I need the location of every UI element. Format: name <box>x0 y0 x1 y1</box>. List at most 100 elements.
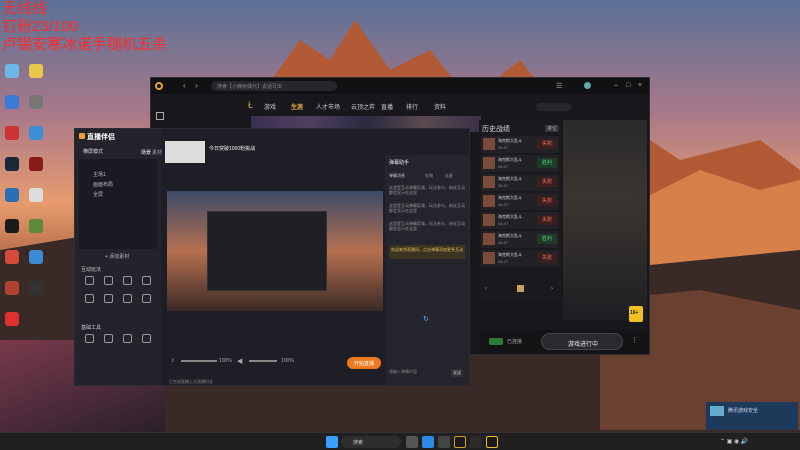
nav-tab-3[interactable]: 云顶之弈 <box>351 102 375 111</box>
notify-text: 腾讯游戏安全 <box>728 408 759 414</box>
mode-select[interactable]: 横屏模式 <box>83 148 103 155</box>
nav-tab-4[interactable]: 直播 <box>381 102 393 111</box>
desktop-icon[interactable] <box>1 64 23 90</box>
close-icon[interactable]: × <box>638 82 642 89</box>
desktop-icon[interactable] <box>25 250 47 276</box>
chat-tab-0[interactable]: 弹幕消息 <box>389 173 405 179</box>
desktop-icon[interactable] <box>1 219 23 245</box>
search-input[interactable]: 搜索【小鹿射偶元】说话写出 <box>211 81 337 91</box>
desktop-icon[interactable] <box>25 64 47 90</box>
match-row[interactable]: 海克斯大乱斗 08-07 失败 <box>481 174 559 191</box>
anticheat-notification: 腾讯游戏安全 <box>706 402 798 430</box>
volume-slider-2[interactable] <box>249 360 277 362</box>
match-row[interactable]: 海克斯大乱斗 08-07 失败 <box>481 250 559 267</box>
scene-list: 主场1 画面布局 全屏 + 添加素材 <box>79 159 157 260</box>
page-current[interactable] <box>517 285 524 292</box>
nav-tab-5[interactable]: 排行 <box>406 102 418 111</box>
history-tag[interactable]: 排位 <box>545 125 560 132</box>
desktop-icon[interactable] <box>1 188 23 214</box>
more-icon[interactable]: ⋮ <box>631 336 638 344</box>
menu-icon[interactable]: ☰ <box>556 82 562 90</box>
match-result: 失败 <box>537 177 557 187</box>
chat-input[interactable]: 请输入弹幕内容 <box>389 369 417 375</box>
tool-icon[interactable] <box>123 276 132 285</box>
maximize-icon[interactable]: □ <box>626 82 630 89</box>
page-prev-icon[interactable]: ‹ <box>485 286 487 292</box>
app-icon-1[interactable] <box>454 436 466 448</box>
desktop-icon[interactable] <box>25 126 47 152</box>
match-row[interactable]: 海克斯大乱斗 08-07 失败 <box>481 136 559 153</box>
browser-icon[interactable] <box>422 436 434 448</box>
avatar[interactable] <box>584 82 591 89</box>
tool-icon[interactable] <box>85 294 94 303</box>
match-mode: 海克斯大乱斗 <box>498 195 522 200</box>
match-result: 失败 <box>537 253 557 263</box>
tool-icon[interactable] <box>104 276 113 285</box>
volume-slider-1[interactable] <box>181 360 217 362</box>
match-mode: 海克斯大乱斗 <box>498 252 522 257</box>
taskbar-search[interactable]: 搜索 <box>341 436 401 448</box>
tool-icon[interactable] <box>104 334 113 343</box>
desktop-icon[interactable] <box>1 126 23 152</box>
chat-tab-1[interactable]: 礼物 <box>425 173 433 179</box>
taskbar-search-label: 搜索 <box>353 440 364 446</box>
scene-item-2[interactable]: 全屏 <box>93 191 103 198</box>
desktop-icon[interactable] <box>1 281 23 307</box>
add-material-button[interactable]: + 添加素材 <box>105 253 129 260</box>
stream-title[interactable]: 今日突破1000粉挑战 <box>209 145 255 152</box>
tool-icon[interactable] <box>142 276 151 285</box>
scene-item-0[interactable]: 主场1 <box>93 171 106 178</box>
start-icon[interactable] <box>326 436 338 448</box>
desktop-icon[interactable] <box>25 219 47 245</box>
tool-icon[interactable] <box>142 294 151 303</box>
tool-icon[interactable] <box>85 334 94 343</box>
page-next-icon[interactable]: › <box>551 286 553 292</box>
tray-icons[interactable]: ⌃ ▣ ◉ 🔊 <box>720 438 748 445</box>
tool-icon[interactable] <box>123 294 132 303</box>
task-view-icon[interactable] <box>406 436 418 448</box>
desktop-icon[interactable] <box>1 250 23 276</box>
app-icon-3[interactable] <box>486 436 498 448</box>
desktop-icon[interactable] <box>25 157 47 183</box>
desktop-icon[interactable] <box>1 312 23 338</box>
forward-icon[interactable]: › <box>195 81 198 90</box>
scene-item-1[interactable]: 画面布局 <box>93 181 113 188</box>
chat-send-button[interactable]: 发送 <box>451 369 463 377</box>
match-row[interactable]: 海克斯大乱斗 08-07 失败 <box>481 193 559 210</box>
desktop-icon[interactable] <box>25 281 47 307</box>
desktop-icon[interactable] <box>25 95 47 121</box>
speaker-icon[interactable]: ◀ <box>237 357 242 365</box>
tool-icon[interactable] <box>104 294 113 303</box>
start-game-button[interactable]: 游戏进行中 <box>541 333 623 350</box>
companion-logo-icon <box>79 133 85 139</box>
match-date: 08-07 <box>498 259 509 264</box>
chat-refresh-icon[interactable]: ↻ <box>423 315 429 323</box>
sidebar-home-icon[interactable] <box>156 112 164 120</box>
match-row[interactable]: 海克斯大乱斗 08-07 胜利 <box>481 231 559 248</box>
mic-icon[interactable]: ♪ <box>171 357 175 364</box>
tool-icon[interactable] <box>123 334 132 343</box>
nav-tab-2[interactable]: 人才市场 <box>316 102 340 111</box>
desktop-icon[interactable] <box>1 95 23 121</box>
tool-icon[interactable] <box>85 276 94 285</box>
chat-tab-2[interactable]: 连麦 <box>445 173 453 179</box>
desktop-icon[interactable] <box>25 188 47 214</box>
client-footer: 已连接 游戏进行中 ⋮ <box>481 330 649 354</box>
match-row[interactable]: 海克斯大乱斗 08-07 胜利 <box>481 155 559 172</box>
chat-message: 这里是互动弹幕区域，玩法参与、粉丝互动都会显示在这里 <box>389 185 465 195</box>
start-live-button[interactable]: 开始直播 <box>347 357 381 369</box>
nav-tab-0[interactable]: 游戏 <box>264 102 276 111</box>
explorer-icon[interactable] <box>438 436 450 448</box>
tool-icon[interactable] <box>142 334 151 343</box>
app-icon-2[interactable] <box>470 436 482 448</box>
clock[interactable] <box>776 436 798 448</box>
match-row[interactable]: 海克斯大乱斗 08-07 失败 <box>481 212 559 229</box>
nav-tab-6[interactable]: 资料 <box>434 102 446 111</box>
tab-scenes[interactable]: 场景 <box>141 149 151 156</box>
back-icon[interactable]: ‹ <box>183 81 186 90</box>
tab-materials[interactable]: 素材 <box>152 149 162 156</box>
desktop-icon[interactable] <box>1 157 23 183</box>
nav-search-box[interactable] <box>536 103 571 111</box>
minimize-icon[interactable]: – <box>614 82 618 89</box>
nav-tab-1[interactable]: 生涯 <box>291 102 303 111</box>
